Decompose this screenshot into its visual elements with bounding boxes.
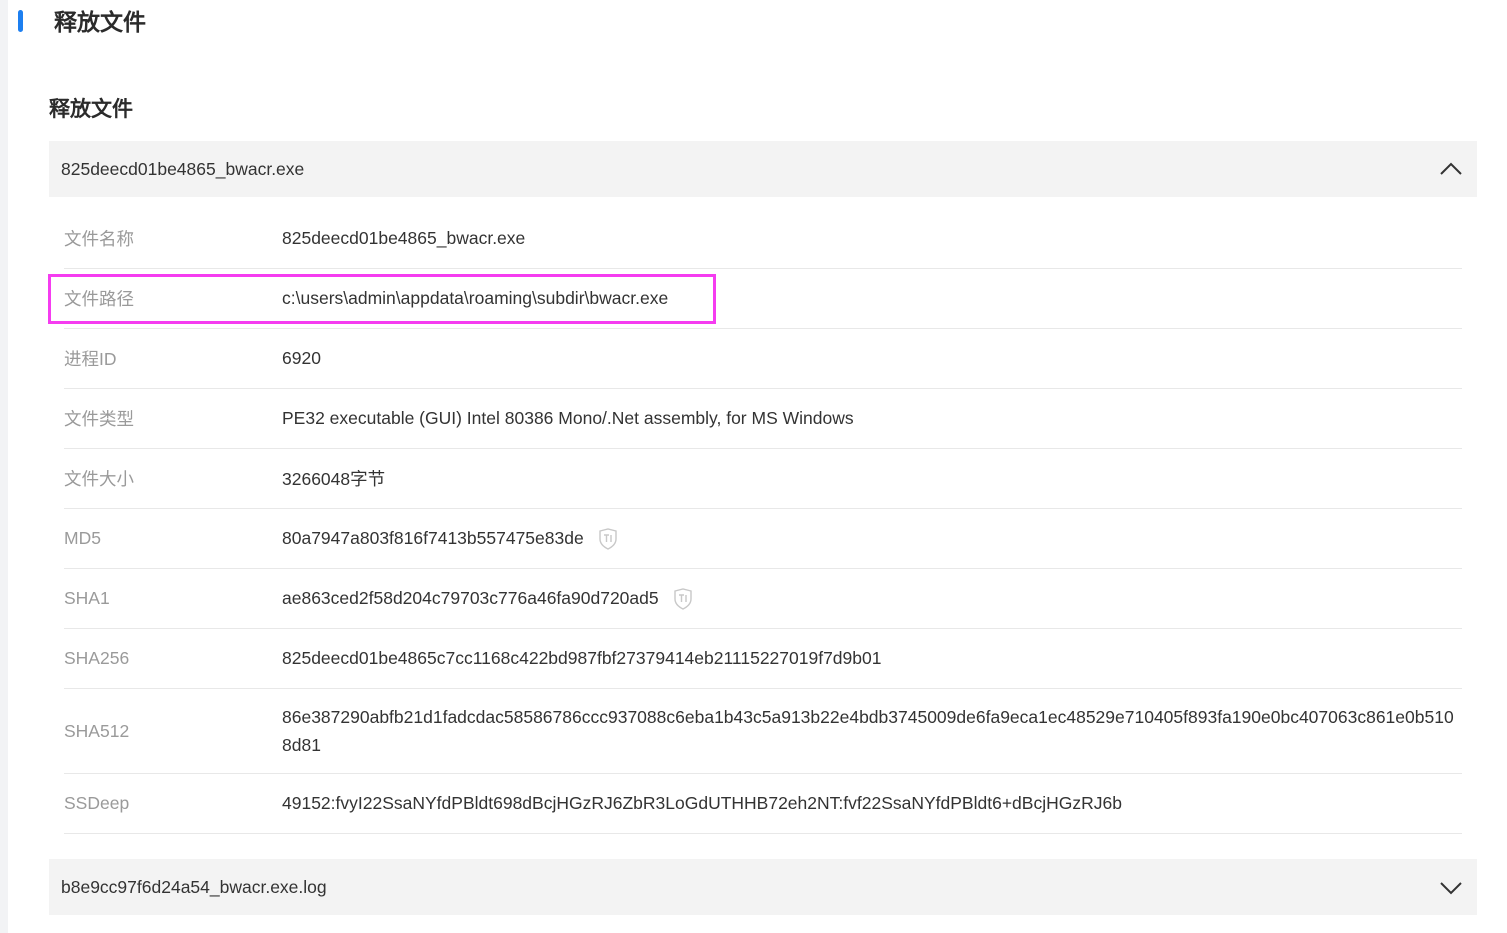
section-title: 释放文件 xyxy=(49,98,133,121)
detail-row-file-name: 文件名称 825deecd01be4865_bwacr.exe xyxy=(64,209,1462,269)
chevron-up-icon[interactable] xyxy=(1439,157,1463,181)
detail-value-md5: 80a7947a803f816f7413b557475e83de xyxy=(282,509,1462,568)
detail-row-ssdeep: SSDeep 49152:fvyI22SsaNYfdPBldt698dBcjHG… xyxy=(64,774,1462,834)
detail-value: 825deecd01be4865c7cc1168c422bd987fbf2737… xyxy=(282,648,882,668)
ti-shield-icon[interactable] xyxy=(673,587,693,610)
page-title: 释放文件 xyxy=(54,9,146,35)
file-panel-name: b8e9cc97f6d24a54_bwacr.exe.log xyxy=(61,877,327,897)
sha1-hash: ae863ced2f58d204c79703c776a46fa90d720ad5 xyxy=(282,588,659,608)
detail-label: SHA1 xyxy=(64,588,110,608)
ti-shield-icon[interactable] xyxy=(598,527,618,550)
left-gutter xyxy=(0,0,8,933)
detail-value: 3266048字节 xyxy=(282,469,386,489)
detail-value-sha1: ae863ced2f58d204c79703c776a46fa90d720ad5 xyxy=(282,569,1462,628)
detail-value: 6920 xyxy=(282,348,321,368)
detail-label: SSDeep xyxy=(64,793,130,813)
detail-row-sha1: SHA1 ae863ced2f58d204c79703c776a46fa90d7… xyxy=(64,569,1462,629)
detail-value: PE32 executable (GUI) Intel 80386 Mono/.… xyxy=(282,408,854,428)
md5-hash: 80a7947a803f816f7413b557475e83de xyxy=(282,528,584,548)
detail-row-process-id: 进程ID 6920 xyxy=(64,329,1462,389)
file-panel-header-2[interactable]: b8e9cc97f6d24a54_bwacr.exe.log xyxy=(49,859,1477,915)
detail-value: 825deecd01be4865_bwacr.exe xyxy=(282,228,526,248)
detail-label: 文件大小 xyxy=(64,469,134,489)
detail-label: SHA512 xyxy=(64,720,130,741)
detail-row-md5: MD5 80a7947a803f816f7413b557475e83de xyxy=(64,509,1462,569)
detail-value: 49152:fvyI22SsaNYfdPBldt698dBcjHGzRJ6ZbR… xyxy=(282,793,1122,813)
file-panel-name: 825deecd01be4865_bwacr.exe xyxy=(61,159,305,179)
title-accent-bar xyxy=(18,10,23,32)
file-path-highlight xyxy=(48,274,716,324)
detail-row-file-size: 文件大小 3266048字节 xyxy=(64,449,1462,509)
detail-row-file-type: 文件类型 PE32 executable (GUI) Intel 80386 M… xyxy=(64,389,1462,449)
detail-label: SHA256 xyxy=(64,648,130,668)
detail-label: 文件名称 xyxy=(64,229,134,249)
file-panel-header-1[interactable]: 825deecd01be4865_bwacr.exe xyxy=(49,141,1477,197)
chevron-down-icon[interactable] xyxy=(1439,875,1463,899)
detail-row-sha256: SHA256 825deecd01be4865c7cc1168c422bd987… xyxy=(64,629,1462,689)
detail-value: 86e387290abfb21d1fadcdac58586786ccc93708… xyxy=(282,707,1454,755)
detail-row-sha512: SHA512 86e387290abfb21d1fadcdac58586786c… xyxy=(64,689,1462,774)
detail-label: 文件类型 xyxy=(64,409,134,429)
detail-label: 进程ID xyxy=(64,349,117,369)
detail-label: MD5 xyxy=(64,528,101,548)
